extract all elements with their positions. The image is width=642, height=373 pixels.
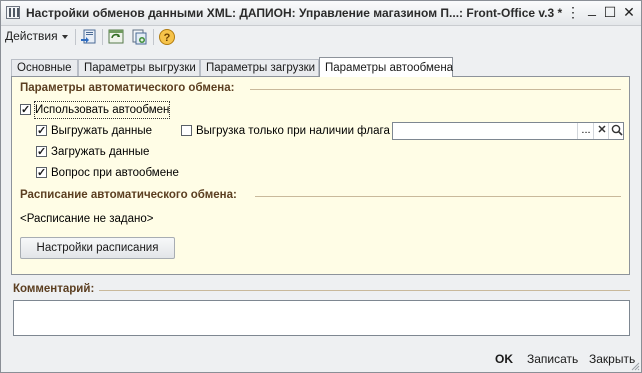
save-and-close-icon[interactable] [80,28,98,46]
copy-icon[interactable] [130,28,148,46]
svg-text:?: ? [164,32,171,44]
ask-on-auto-exchange-label: Вопрос при автообмене [51,167,179,179]
chevron-down-icon [61,34,68,39]
upload-data-label: Выгружать данные [51,125,153,137]
comment-field[interactable] [13,300,630,336]
toolbar-separator [153,29,154,45]
comment-label: Комментарий: [13,283,95,295]
tab-import-params[interactable]: Параметры загрузки [200,59,319,76]
search-icon[interactable] [608,123,625,139]
actions-menu-label: Действия [5,29,58,43]
close-window-button[interactable]: ✕ [620,4,638,21]
title-bar[interactable]: Настройки обменов данными XML: ДАПИОН: У… [1,1,641,26]
checkbox-box [36,144,47,160]
section-divider [250,89,621,90]
checkbox-box [181,125,192,136]
window-menu-button[interactable]: ⋮ [564,4,582,21]
actions-menu-button[interactable]: Действия [5,28,68,45]
tab-export-params[interactable]: Параметры выгрузки [78,59,200,76]
upload-data-checkbox[interactable]: Выгружать данные [36,123,166,139]
schedule-status-text: <Расписание не задано> [20,213,154,225]
minimize-button[interactable]: _ [583,1,601,18]
save-button[interactable]: Записать [527,351,578,367]
ok-button[interactable]: OK [495,351,513,367]
download-data-checkbox[interactable]: Загружать данные [36,144,166,160]
section-divider [255,196,621,197]
checkbox-box [36,123,47,139]
help-icon[interactable]: ? [158,28,176,46]
auto-exchange-panel: Параметры автоматического обмена: Исполь… [11,76,630,275]
auto-exchange-section-title: Параметры автоматического обмена: [20,82,235,94]
refresh-icon[interactable] [107,28,125,46]
use-auto-exchange-checkbox[interactable]: Использовать автообмен [20,101,171,119]
toolbar-separator [75,29,76,45]
download-data-label: Загружать данные [51,146,150,158]
maximize-button[interactable]: ☐ [601,4,619,21]
toolbar: Действия ? [1,26,641,48]
close-button[interactable]: Закрыть [589,351,635,367]
toolbar-separator [102,29,103,45]
select-button[interactable]: ... [577,123,594,139]
flag-field[interactable]: ... ✕ [392,122,624,140]
window-title: Настройки обменов данными XML: ДАПИОН: У… [26,6,563,20]
settings-window: Настройки обменов данными XML: ДАПИОН: У… [0,0,642,373]
tab-main[interactable]: Основные [11,59,78,76]
use-auto-exchange-label: Использовать автообмен [33,101,171,119]
upload-only-with-flag-label: Выгрузка только при наличии флага [196,125,390,137]
section-divider [99,290,630,291]
tab-control: Основные Параметры выгрузки Параметры за… [11,57,630,275]
schedule-section-title: Расписание автоматического обмена: [20,189,237,201]
resize-grip-icon[interactable] [630,361,640,371]
ask-on-auto-exchange-checkbox[interactable]: Вопрос при автообмене [36,165,186,181]
app-window-icon [6,6,20,19]
tab-auto-exchange-params[interactable]: Параметры автообмена [319,57,453,77]
upload-only-with-flag-checkbox[interactable]: Выгрузка только при наличии флага [181,123,391,139]
checkbox-box [20,102,31,118]
checkbox-box [36,165,47,181]
schedule-settings-button[interactable]: Настройки расписания [20,237,175,259]
